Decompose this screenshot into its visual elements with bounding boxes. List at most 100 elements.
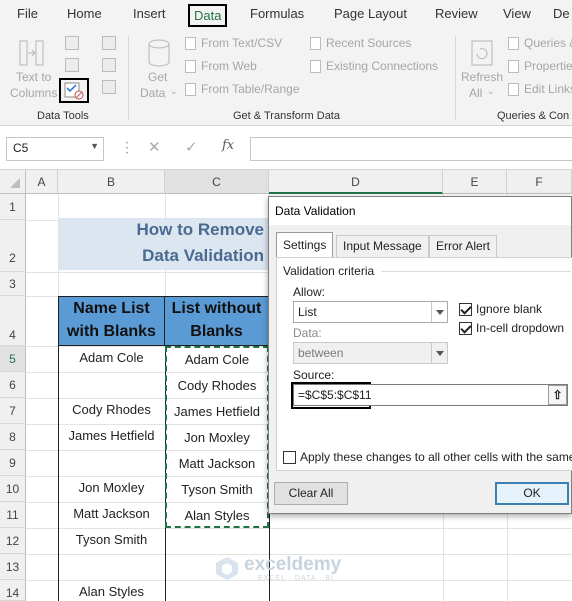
formula-input[interactable] <box>250 137 572 161</box>
row-header-8[interactable]: 8 <box>0 424 26 450</box>
header-list-without-blanks[interactable]: List without Blanks <box>165 296 269 346</box>
watermark-subtext: EXCEL · DATA · BI <box>258 575 334 582</box>
in-cell-dropdown-label: In-cell dropdown <box>476 321 565 335</box>
connections-icon <box>310 60 321 73</box>
title-cell[interactable]: How to Remove Data Validation <box>58 218 270 270</box>
from-table-range-label: From Table/Range <box>201 82 300 96</box>
name-box-value: C5 <box>13 141 29 155</box>
enter-check-icon[interactable]: ✓ <box>185 138 198 156</box>
header-name-list[interactable]: Name List with Blanks <box>58 296 165 346</box>
data-tools-group-label: Data Tools <box>37 110 89 122</box>
text-to-columns-button[interactable]: Text to Columns <box>10 38 57 100</box>
column-header-d[interactable]: D <box>269 170 443 194</box>
cell-b12[interactable]: Tyson Smith <box>58 532 165 547</box>
data-select[interactable]: between <box>293 342 448 364</box>
cell-b10[interactable]: Jon Moxley <box>58 480 165 495</box>
name-box[interactable]: C5 ▼ <box>6 137 104 161</box>
column-header-f[interactable]: F <box>507 170 572 194</box>
cell-b7[interactable]: Cody Rhodes <box>58 402 165 417</box>
row-header-2[interactable]: 2 <box>0 220 26 272</box>
ignore-blank-checkbox[interactable] <box>459 303 472 316</box>
tab-page-layout[interactable]: Page Layout <box>334 6 407 21</box>
cell-b8[interactable]: James Hetfield <box>58 428 165 443</box>
clear-all-button[interactable]: Clear All <box>274 482 348 505</box>
tab-data[interactable]: Data <box>188 4 228 27</box>
queries-label: Queries & <box>524 36 572 50</box>
column-header-b[interactable]: B <box>58 170 165 194</box>
cell-b5[interactable]: Adam Cole <box>58 350 165 365</box>
collapse-dialog-icon[interactable]: ⇧ <box>548 385 567 405</box>
dialog-title: Data Validation <box>275 204 356 218</box>
dialog-titlebar: Data Validation <box>269 197 571 225</box>
tab-view[interactable]: View <box>503 6 531 21</box>
row-header-4[interactable]: 4 <box>0 296 26 346</box>
tab-home[interactable]: Home <box>67 6 102 21</box>
row-header-14[interactable]: 14 <box>0 580 26 601</box>
queries-icon <box>508 37 519 50</box>
tab-file[interactable]: File <box>17 6 38 21</box>
allow-select[interactable]: List <box>293 301 448 323</box>
row-header-5[interactable]: 5 <box>0 346 26 372</box>
row-header-10[interactable]: 10 <box>0 476 26 502</box>
text-to-label: Text to <box>16 70 52 84</box>
row-header-6[interactable]: 6 <box>0 372 26 398</box>
recent-sources-label: Recent Sources <box>326 36 412 50</box>
column-header-e[interactable]: E <box>443 170 507 194</box>
get-data-button[interactable]: Get Data ⌄ <box>140 38 180 102</box>
row-header-9[interactable]: 9 <box>0 450 26 476</box>
header-list-without-blanks-line-2: Blanks <box>190 323 243 340</box>
row-header-3[interactable]: 3 <box>0 272 26 296</box>
from-web-label: From Web <box>201 59 257 73</box>
table-icon <box>185 83 196 96</box>
chevron-down-icon: ▼ <box>90 141 99 151</box>
column-header-a[interactable]: A <box>26 170 58 194</box>
edit-links-icon <box>508 83 519 96</box>
cell-b14[interactable]: Alan Styles <box>58 584 165 599</box>
watermark: exceldemy EXCEL · DATA · BI <box>212 553 362 585</box>
flash-fill-icon[interactable] <box>65 36 79 50</box>
group-separator <box>128 36 129 120</box>
apply-changes-checkbox[interactable] <box>283 451 296 464</box>
consolidate-icon[interactable] <box>102 36 116 50</box>
queries-group-label: Queries & Con <box>497 110 570 122</box>
row-header-13[interactable]: 13 <box>0 554 26 580</box>
recent-sources-icon <box>310 37 321 50</box>
data-label: Data <box>140 86 166 100</box>
tab-review[interactable]: Review <box>435 6 478 21</box>
refresh-all-button[interactable]: Refresh All ⌄ <box>460 38 504 102</box>
tab-settings[interactable]: Settings <box>276 232 334 258</box>
properties-icon <box>508 60 519 73</box>
tab-insert[interactable]: Insert <box>133 6 166 21</box>
divider <box>381 271 571 272</box>
cell-b11[interactable]: Matt Jackson <box>58 506 165 521</box>
data-value: between <box>298 346 344 360</box>
more-options-icon: ⋮ <box>120 139 134 155</box>
remove-duplicates-icon[interactable] <box>65 58 79 72</box>
chevron-down-icon <box>431 302 447 322</box>
source-input[interactable]: =$C$5:$C$11 <box>293 384 568 406</box>
select-all-corner[interactable] <box>0 170 26 194</box>
row-header-7[interactable]: 7 <box>0 398 26 424</box>
relationships-icon[interactable] <box>102 58 116 72</box>
cancel-icon[interactable]: ✕ <box>148 138 161 156</box>
text-file-icon <box>185 37 196 50</box>
data-validation-button[interactable] <box>59 78 89 103</box>
manage-data-model-icon[interactable] <box>102 80 116 94</box>
tab-error-alert[interactable]: Error Alert <box>429 235 498 257</box>
ignore-blank-label: Ignore blank <box>476 302 543 316</box>
tab-formulas[interactable]: Formulas <box>250 6 304 21</box>
tab-developer[interactable]: De <box>553 6 570 21</box>
row-header-1[interactable]: 1 <box>0 194 26 220</box>
row-header-11[interactable]: 11 <box>0 502 26 528</box>
ok-button[interactable]: OK <box>495 482 569 505</box>
source-value: =$C$5:$C$11 <box>298 388 372 402</box>
tab-input-message[interactable]: Input Message <box>336 235 429 257</box>
ribbon: Text to Columns Data Tools Get Data ⌄ Fr… <box>0 30 572 126</box>
row-header-12[interactable]: 12 <box>0 528 26 554</box>
data-validation-dialog: Data Validation Settings Input Message E… <box>268 196 572 514</box>
column-header-c[interactable]: C <box>165 170 269 194</box>
insert-function-icon[interactable]: fx <box>222 138 234 153</box>
get-transform-group-label: Get & Transform Data <box>233 110 340 122</box>
chevron-down-icon: ⌄ <box>487 86 495 96</box>
in-cell-dropdown-checkbox[interactable] <box>459 322 472 335</box>
